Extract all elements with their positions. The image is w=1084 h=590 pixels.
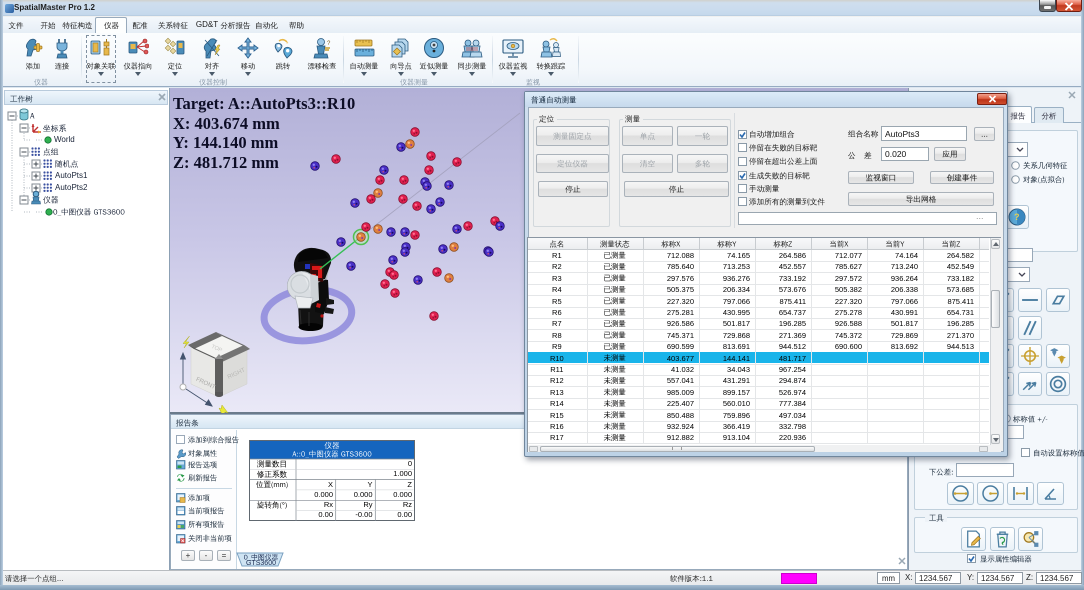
svg-text:?: ? [1014,212,1020,222]
svg-text:?: ? [327,41,331,47]
